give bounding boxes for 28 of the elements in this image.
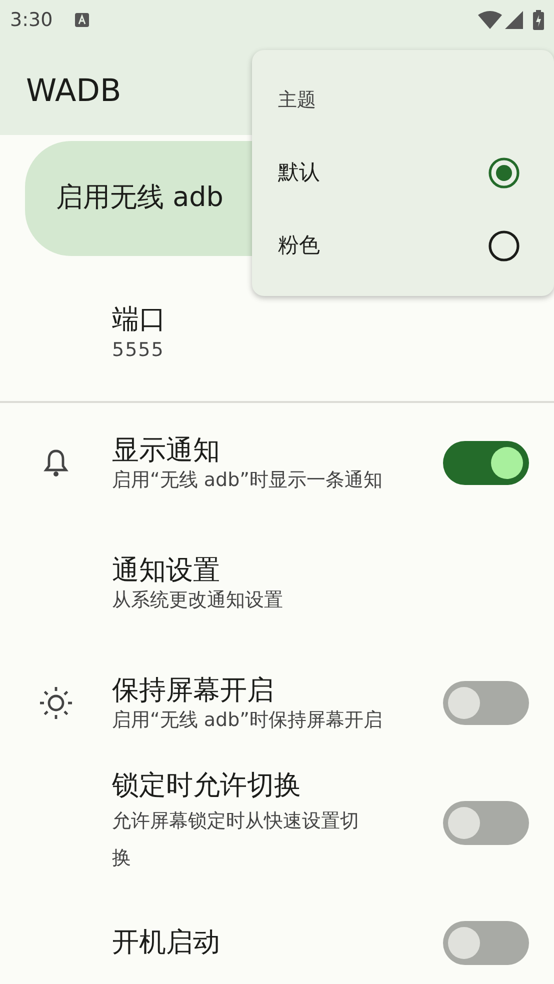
- theme-option[interactable]: 默认: [278, 136, 528, 209]
- battery-icon: [533, 10, 544, 30]
- setting-summary: 允许屏幕锁定时从快速设置切换: [112, 808, 360, 871]
- setting-value: 5555: [112, 338, 166, 364]
- toggle-switch[interactable]: [443, 681, 529, 725]
- status-time: 3:30: [10, 8, 53, 33]
- setting-summary: 启用“无线 adb”时显示一条通知: [112, 468, 384, 492]
- radio-button[interactable]: [488, 156, 520, 188]
- wifi-icon: [478, 11, 502, 29]
- setting-title: 端口: [112, 304, 167, 336]
- brightness-icon: [39, 686, 73, 720]
- signal-icon: [505, 11, 523, 29]
- theme-option[interactable]: 粉色: [278, 209, 528, 282]
- setting-title: 通知设置: [112, 554, 221, 588]
- toggle-switch[interactable]: [443, 801, 529, 845]
- toggle-switch[interactable]: [443, 921, 529, 965]
- toggle-switch[interactable]: [443, 441, 529, 485]
- keyboard-icon: [74, 13, 89, 27]
- setting-summary: 启用“无线 adb”时保持屏幕开启: [112, 708, 384, 732]
- menu-heading: 主题: [278, 88, 317, 113]
- setting-title: 保持屏幕开启: [112, 674, 275, 708]
- setting-title: 显示通知: [112, 434, 221, 468]
- bell-icon: [43, 449, 69, 477]
- setting-summary: 从系统更改通知设置: [112, 588, 284, 612]
- app-title: WADB: [26, 72, 122, 111]
- setting-title: 开机启动: [112, 926, 221, 960]
- radio-button[interactable]: [488, 230, 520, 262]
- setting-title: 锁定时允许切换: [112, 769, 302, 803]
